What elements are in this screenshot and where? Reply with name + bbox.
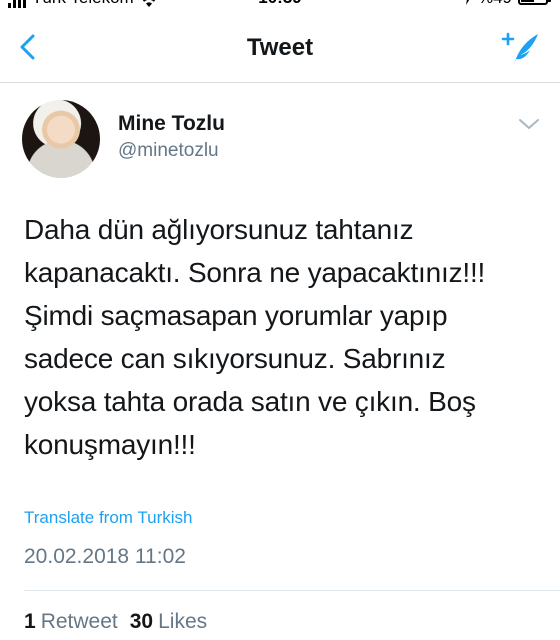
tweet-text: Daha dün ağlıyorsunuz tahtanız kapanacak… — [24, 208, 544, 466]
charging-bolt-icon — [465, 0, 470, 5]
retweet-label: Retweet — [40, 610, 118, 633]
retweets-stat[interactable]: 1 Retweet — [24, 610, 118, 634]
author-handle[interactable]: @minetozlu — [118, 140, 219, 162]
retweet-count: 1 — [24, 610, 36, 633]
author-name[interactable]: Mine Tozlu — [118, 112, 225, 136]
like-label: Likes — [158, 610, 208, 633]
status-bar: Türk Telekom 10:39 %49 — [0, 0, 560, 10]
page-title: Tweet — [246, 34, 314, 61]
divider — [24, 590, 560, 591]
tweet-text-line: Şimdi saçmasapan yorumlar yapıp — [24, 300, 448, 331]
tweet-text-line: konuşmayın!!! — [24, 429, 196, 460]
tweet-text-line: sadece can sıkıyorsunuz. Sabrınız — [24, 343, 446, 374]
tweet-text-line: Daha dün ağlıyorsunuz tahtanız — [24, 214, 414, 245]
tweet-options-button[interactable] — [516, 114, 542, 134]
chevron-down-icon — [519, 119, 539, 129]
translate-link[interactable]: Translate from Turkish — [24, 508, 192, 528]
compose-tweet-button[interactable] — [500, 28, 542, 68]
battery-percent: %49 — [478, 0, 512, 8]
tweet-stats: 1 Retweet 30 Likes — [24, 610, 219, 634]
tweet-timestamp: 20.02.2018 11:02 — [24, 545, 186, 568]
nav-bar: Tweet — [0, 10, 560, 83]
status-right: %49 — [462, 0, 551, 8]
tweet-text-line: kapanacaktı. Sonra ne yapacaktınız!!! — [24, 257, 486, 288]
like-count: 30 — [129, 610, 154, 633]
likes-stat[interactable]: 30 Likes — [130, 610, 207, 634]
tweet-text-line: yoksa tahta orada satın ve çıkın. Boş — [24, 386, 476, 417]
compose-tweet-icon — [501, 32, 538, 64]
avatar[interactable] — [22, 100, 100, 178]
battery-icon — [518, 0, 551, 5]
